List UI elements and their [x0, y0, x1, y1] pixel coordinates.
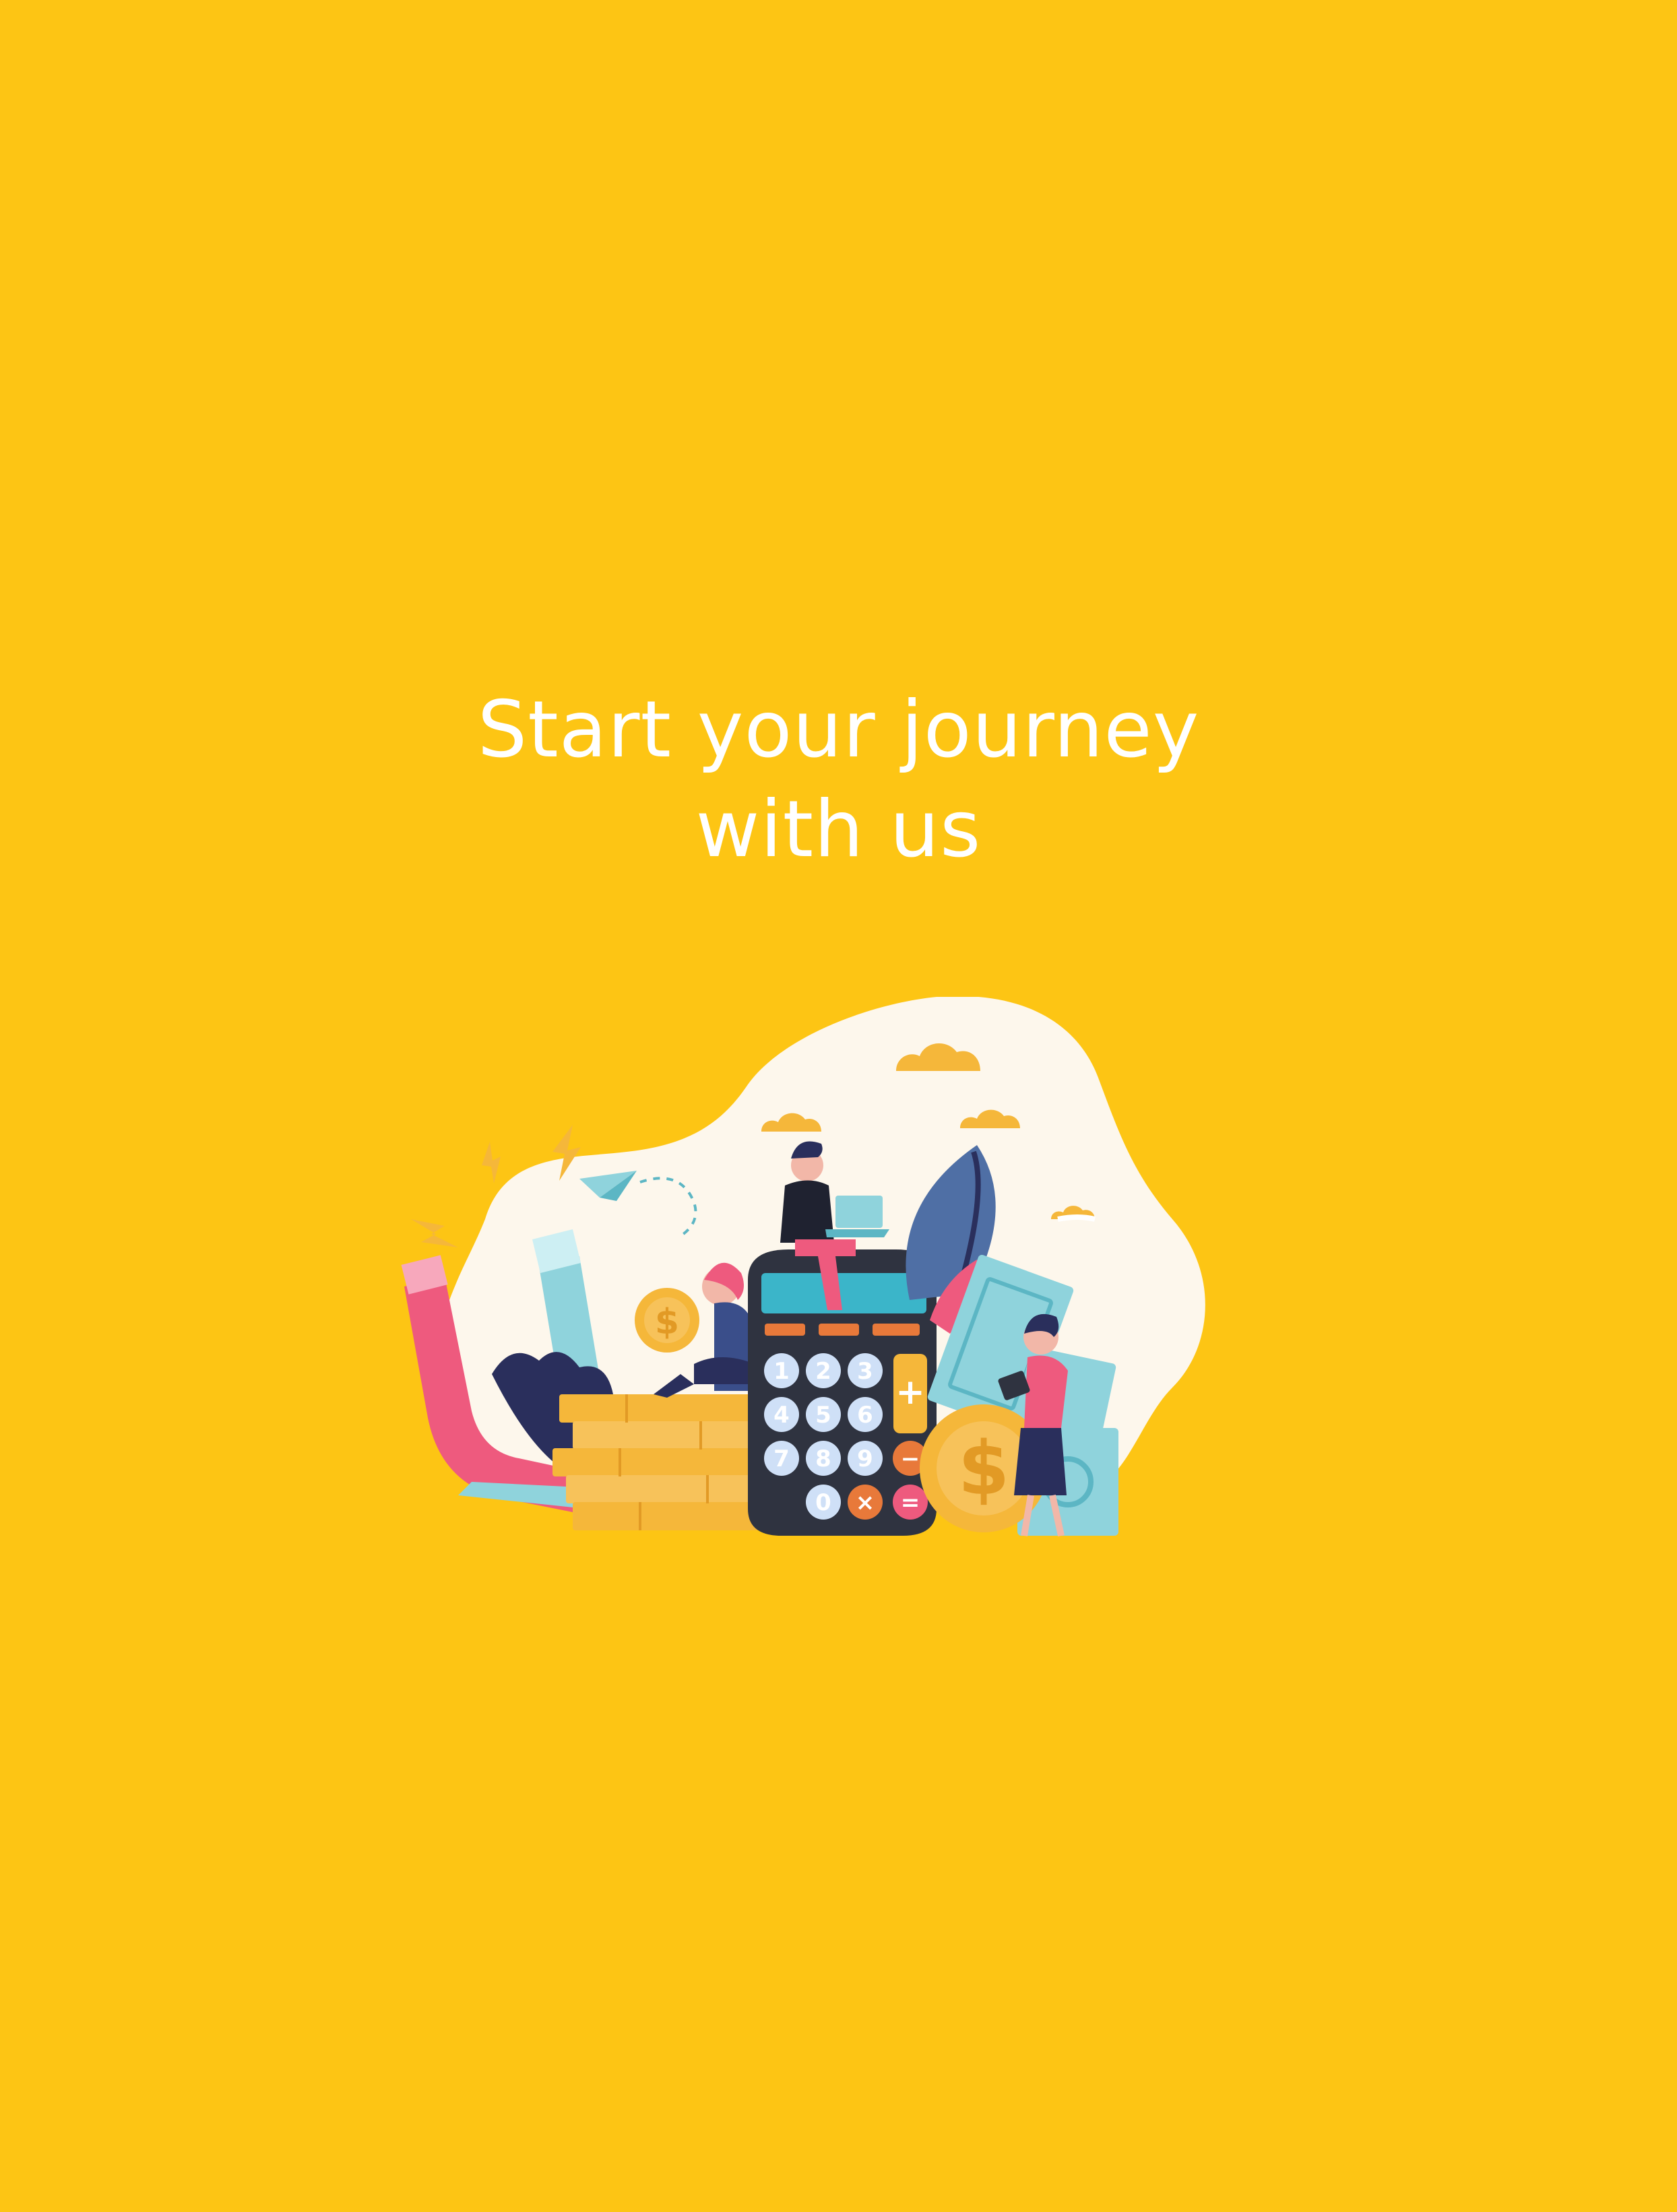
page-title: Start your journey with us [0, 680, 1677, 880]
svg-text:4: 4 [773, 1402, 790, 1429]
coin-icon: $ [655, 1302, 679, 1342]
svg-text:2: 2 [815, 1358, 831, 1385]
svg-text:$: $ [958, 1425, 1010, 1511]
headline-line-2: with us [695, 784, 982, 875]
svg-text:−: − [901, 1445, 920, 1472]
svg-text:7: 7 [773, 1445, 790, 1472]
svg-text:5: 5 [815, 1402, 831, 1429]
coin-stack [552, 1394, 775, 1530]
headline-line-1: Start your journey [477, 684, 1200, 775]
finance-illustration: $ 1 2 3 + 4 5 6 7 8 9 − 0 × = $ [398, 997, 1220, 1556]
svg-text:6: 6 [857, 1402, 873, 1429]
svg-text:1: 1 [773, 1358, 790, 1385]
svg-text:0: 0 [815, 1489, 831, 1516]
svg-text:8: 8 [815, 1445, 831, 1472]
svg-text:3: 3 [857, 1358, 873, 1385]
svg-text:=: = [901, 1489, 920, 1516]
svg-text:×: × [856, 1489, 875, 1516]
svg-text:+: + [895, 1372, 925, 1412]
svg-text:9: 9 [857, 1445, 873, 1472]
